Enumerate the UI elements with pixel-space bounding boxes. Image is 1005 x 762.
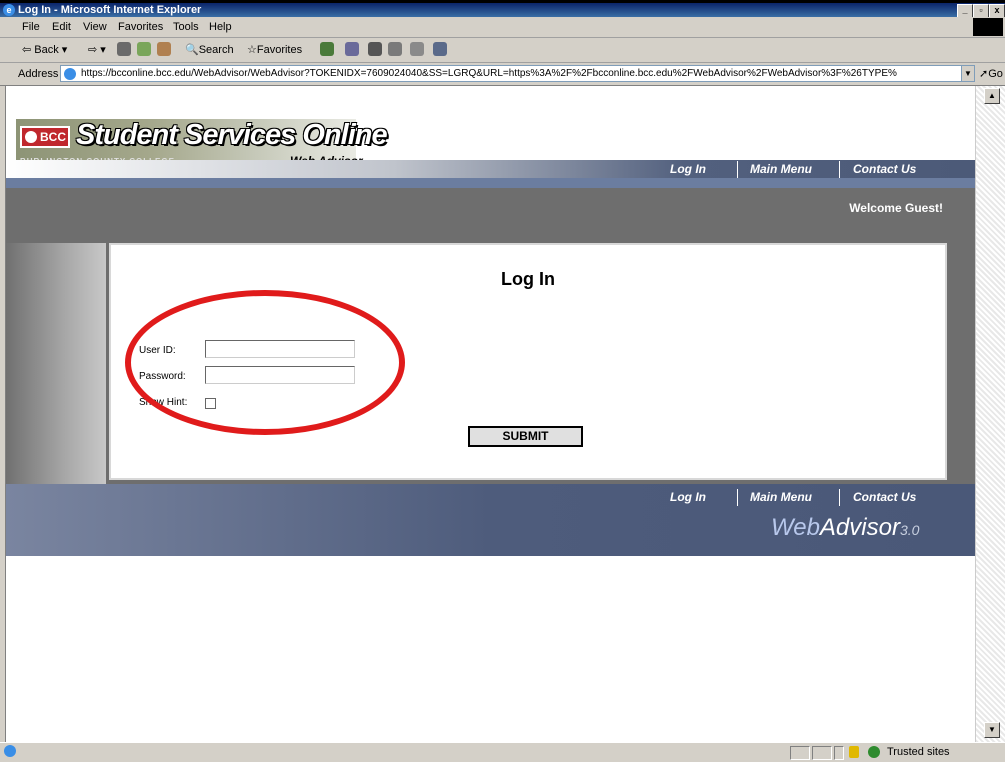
brand-version: 3.0: [899, 522, 920, 538]
menu-favorites[interactable]: Favorites: [118, 21, 163, 33]
nav-divider: [839, 489, 840, 506]
nav-main-menu[interactable]: Main Menu: [750, 162, 812, 176]
favorites-button[interactable]: ☆Favorites: [247, 43, 302, 56]
menu-view[interactable]: View: [83, 21, 107, 33]
address-url: https://bcconline.bcc.edu/WebAdvisor/Web…: [81, 68, 897, 79]
brand-advisor: Advisor: [819, 514, 900, 541]
footer-nav-login[interactable]: Log In: [670, 490, 706, 504]
address-bar: Address https://bcconline.bcc.edu/WebAdv…: [0, 63, 1005, 86]
back-label: Back: [34, 44, 59, 56]
home-icon[interactable]: [157, 42, 171, 56]
trusted-zone-icon: [868, 746, 880, 758]
history-icon[interactable]: [320, 42, 334, 56]
discuss-icon[interactable]: [410, 42, 424, 56]
print-icon[interactable]: [368, 42, 382, 56]
search-button[interactable]: 🔍Search: [185, 43, 234, 56]
lock-icon: [849, 746, 859, 758]
status-pane: [790, 746, 810, 760]
page-content: BCC Student Services Online BURLINGTON C…: [6, 86, 975, 742]
windows-logo-icon: [973, 18, 1003, 36]
mail-icon[interactable]: [345, 42, 359, 56]
forward-button[interactable]: ⇨ ▾: [88, 43, 106, 56]
brand-web: Web: [771, 514, 820, 541]
go-button[interactable]: ➚Go: [979, 67, 1003, 80]
menu-tools[interactable]: Tools: [173, 21, 199, 33]
nav-divider: [737, 161, 738, 178]
welcome-text: Welcome Guest!: [849, 201, 943, 215]
top-nav: Log In Main Menu Contact Us: [6, 160, 975, 178]
bcc-emblem-icon: [25, 131, 37, 143]
page-icon: [64, 68, 76, 80]
scroll-down-icon[interactable]: ▼: [984, 722, 1000, 738]
welcome-band: [6, 188, 975, 243]
window-title: Log In - Microsoft Internet Explorer: [18, 4, 202, 16]
header-strip: [6, 178, 975, 188]
status-bar: Trusted sites: [0, 742, 1005, 762]
search-label: Search: [198, 44, 234, 56]
maximize-button[interactable]: ▫: [973, 4, 989, 18]
edit-icon[interactable]: [388, 42, 402, 56]
scroll-up-icon[interactable]: ▲: [984, 88, 1000, 104]
address-input[interactable]: https://bcconline.bcc.edu/WebAdvisor/Web…: [60, 65, 962, 82]
menu-help[interactable]: Help: [209, 21, 232, 33]
stop-icon[interactable]: [117, 42, 131, 56]
back-button[interactable]: ⇦ Back ▾: [22, 43, 67, 56]
favorites-label: Favorites: [256, 44, 303, 56]
minimize-button[interactable]: _: [957, 4, 973, 18]
nav-divider: [839, 161, 840, 178]
go-label: Go: [988, 68, 1003, 80]
refresh-icon[interactable]: [137, 42, 151, 56]
site-title: Student Services Online: [76, 119, 388, 151]
address-label: Address: [18, 68, 59, 80]
bcc-logo: BCC: [20, 126, 70, 148]
nav-login[interactable]: Log In: [670, 162, 706, 176]
status-pane: [812, 746, 832, 760]
toolbar: ⇦ Back ▾ ⇨ ▾ 🔍Search ☆Favorites: [0, 38, 1005, 63]
menu-file[interactable]: File: [22, 21, 40, 33]
ie-logo-icon: e: [3, 4, 15, 16]
status-pane: [834, 746, 844, 760]
webadvisor-logo: WebAdvisor3.0: [771, 514, 919, 542]
title-bar: e Log In - Microsoft Internet Explorer _…: [0, 0, 1005, 18]
menu-bar: File Edit View Favorites Tools Help: [0, 17, 1005, 38]
right-band: [950, 243, 975, 484]
page-status-icon: [4, 745, 16, 757]
page-title: Log In: [501, 269, 555, 289]
bcc-label: BCC: [40, 130, 66, 144]
messenger-icon[interactable]: [433, 42, 447, 56]
close-button[interactable]: x: [989, 4, 1005, 18]
footer-nav-main-menu[interactable]: Main Menu: [750, 490, 812, 504]
annotation-ring: [125, 290, 405, 435]
address-dropdown-icon[interactable]: ▼: [961, 65, 975, 82]
menu-edit[interactable]: Edit: [52, 21, 71, 33]
vertical-scrollbar[interactable]: ▲ ▼: [975, 86, 1005, 742]
footer-nav: Log In Main Menu Contact Us: [6, 488, 975, 506]
left-sidebar-band: [6, 243, 106, 484]
nav-divider: [737, 489, 738, 506]
nav-contact[interactable]: Contact Us: [853, 162, 916, 176]
submit-button[interactable]: SUBMIT: [468, 426, 583, 447]
footer-nav-contact[interactable]: Contact Us: [853, 490, 916, 504]
security-zone-label: Trusted sites: [887, 746, 950, 758]
